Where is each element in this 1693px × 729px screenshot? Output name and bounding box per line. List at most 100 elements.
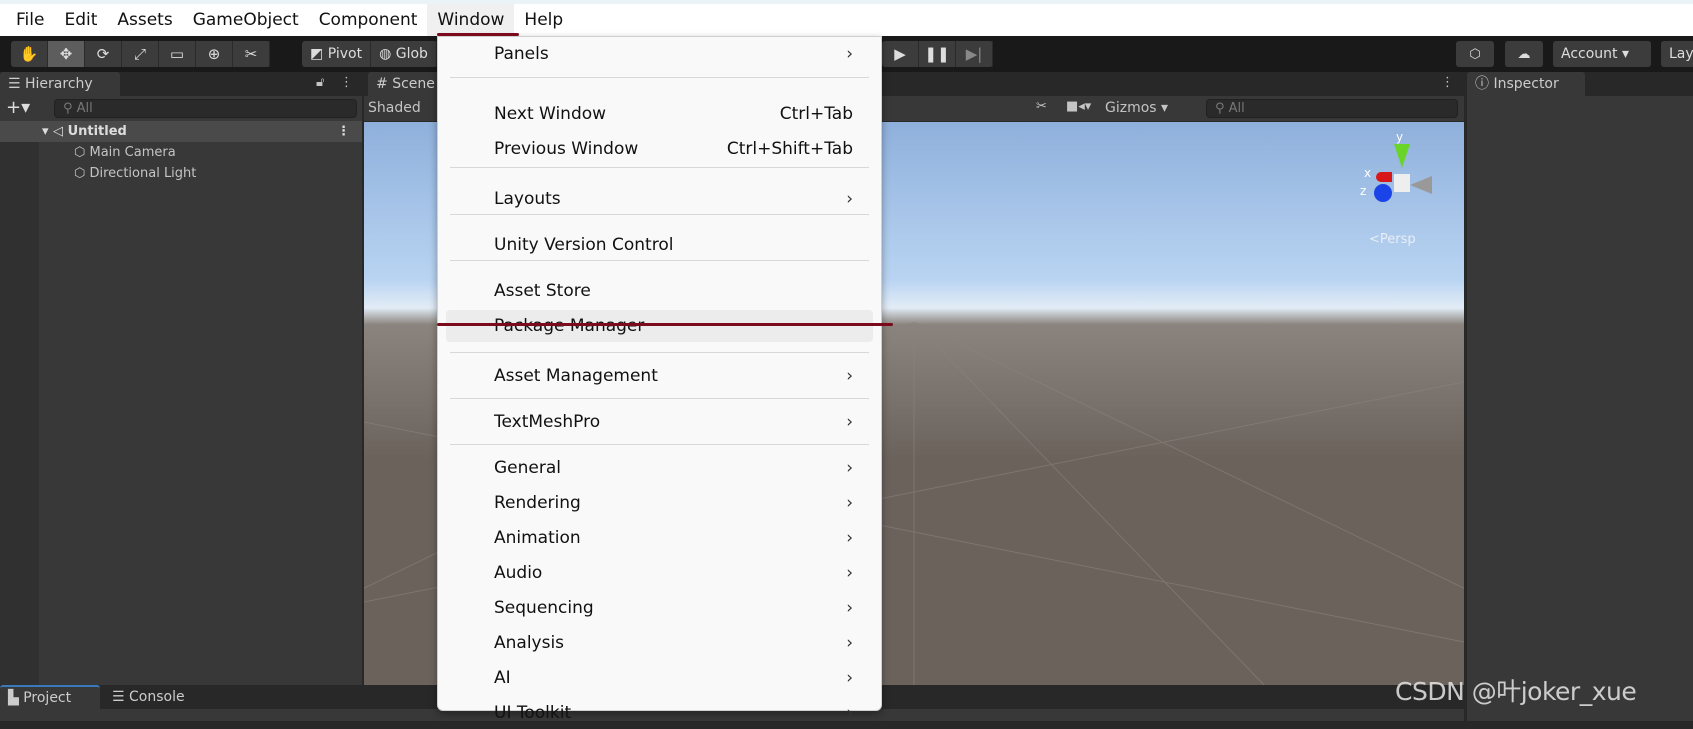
- menu-edit[interactable]: Edit: [54, 4, 107, 36]
- menu-item-panels[interactable]: Panels ›: [446, 38, 873, 70]
- menu-separator: [450, 214, 869, 215]
- unity-version-control-icon[interactable]: ⬡: [1456, 41, 1494, 67]
- menu-item-sequencing[interactable]: Sequencing ›: [446, 592, 873, 624]
- object-name: Main Camera: [89, 145, 176, 160]
- global-button[interactable]: ◍ Glob: [371, 41, 437, 67]
- hierarchy-search-input[interactable]: ⚲ All: [54, 99, 357, 118]
- menu-item-next-window[interactable]: Next Window Ctrl+Tab: [446, 98, 873, 130]
- chevron-right-icon: ›: [846, 598, 853, 618]
- x-axis-label: x: [1364, 166, 1372, 180]
- menu-item-textmeshpro[interactable]: TextMeshPro ›: [446, 406, 873, 438]
- hand-tool-icon[interactable]: ✋: [11, 41, 48, 67]
- chevron-right-icon: ›: [846, 412, 853, 432]
- menu-item-audio[interactable]: Audio ›: [446, 557, 873, 589]
- menu-help[interactable]: Help: [514, 4, 573, 36]
- pivot-label: Pivot: [327, 46, 363, 62]
- menu-item-previous-window[interactable]: Previous Window Ctrl+Shift+Tab: [446, 133, 873, 165]
- more-icon[interactable]: ⋮: [340, 75, 353, 90]
- scene-more-icon[interactable]: ⋮: [1441, 75, 1454, 90]
- camera-icon[interactable]: ■◂▾: [1066, 99, 1091, 114]
- lock-icon[interactable]: 🔓︎: [316, 75, 324, 90]
- orientation-gizmo[interactable]: y x z: [1360, 130, 1454, 220]
- menu-item-unity-version-control[interactable]: Unity Version Control: [446, 229, 873, 261]
- y-axis-label: y: [1396, 130, 1404, 144]
- hierarchy-item[interactable]: ⬡ Main Camera: [0, 142, 362, 163]
- menu-item-animation[interactable]: Animation ›: [446, 522, 873, 554]
- scene-row[interactable]: ▾ ◁ Untitled ⋮: [0, 121, 362, 142]
- shading-dropdown[interactable]: Shaded: [368, 100, 421, 116]
- chevron-right-icon: ›: [846, 458, 853, 478]
- layers-label: Lay: [1669, 46, 1693, 62]
- layers-dropdown[interactable]: Lay: [1661, 41, 1693, 67]
- console-tab[interactable]: ☰ Console: [104, 685, 204, 709]
- project-tab[interactable]: ▙ Project: [0, 685, 100, 709]
- chevron-right-icon: ›: [846, 366, 853, 386]
- menu-item-ui-toolkit[interactable]: UI Toolkit ›: [446, 697, 873, 729]
- chevron-right-icon: ›: [846, 633, 853, 653]
- gizmo-cube: [1394, 174, 1410, 192]
- menu-separator: [450, 260, 869, 261]
- menu-window[interactable]: Window: [427, 4, 515, 36]
- menu-item-rendering[interactable]: Rendering ›: [446, 487, 873, 519]
- menu-item-label: Asset Management: [494, 366, 658, 386]
- menu-item-label: Animation: [494, 528, 581, 548]
- pivot-controls: ◩ Pivot ◍ Glob: [302, 41, 437, 67]
- menu-separator: [450, 77, 869, 78]
- move-tool-icon[interactable]: ✥: [48, 41, 85, 67]
- menu-file[interactable]: File: [6, 4, 54, 36]
- search-placeholder: All: [76, 101, 93, 116]
- tools-icon[interactable]: ✂: [1036, 99, 1047, 114]
- project-tab-label: Project: [23, 690, 72, 706]
- rotate-tool-icon[interactable]: ⟳: [85, 41, 122, 67]
- menu-item-label: Rendering: [494, 493, 581, 513]
- window-menu: Panels › Next Window Ctrl+Tab Previous Windo…: [437, 36, 882, 723]
- hierarchy-tab[interactable]: ☰ Hierarchy: [0, 72, 120, 96]
- chevron-right-icon: ›: [846, 189, 853, 209]
- menu-separator: [450, 167, 869, 168]
- menu-item-general[interactable]: General ›: [446, 452, 873, 484]
- chevron-right-icon: ›: [846, 703, 853, 723]
- inspector-tab[interactable]: ⓘ Inspector: [1467, 72, 1585, 96]
- play-icon[interactable]: ▶: [882, 41, 919, 67]
- menu-item-label: Unity Version Control: [494, 235, 674, 255]
- menu-item-label: Asset Store: [494, 281, 591, 301]
- step-icon[interactable]: ▶|: [956, 41, 993, 67]
- console-tab-label: Console: [129, 689, 185, 705]
- hierarchy-item[interactable]: ⬡ Directional Light: [0, 163, 362, 184]
- annotation-underline-package-manager: [437, 323, 893, 326]
- account-label: Account: [1561, 46, 1618, 62]
- scene-more-icon[interactable]: ⋮: [337, 121, 350, 142]
- shortcut-label: Ctrl+Tab: [779, 104, 853, 124]
- gizmos-dropdown[interactable]: Gizmos ▾: [1105, 100, 1168, 116]
- account-dropdown[interactable]: Account ▾: [1553, 41, 1651, 67]
- x-axis-cone: [1376, 172, 1392, 182]
- menu-item-asset-management[interactable]: Asset Management ›: [446, 360, 873, 392]
- menu-item-ai[interactable]: AI ›: [446, 662, 873, 694]
- menu-item-analysis[interactable]: Analysis ›: [446, 627, 873, 659]
- menu-assets[interactable]: Assets: [107, 4, 182, 36]
- menu-item-asset-store[interactable]: Asset Store: [446, 275, 873, 307]
- cloud-icon[interactable]: ☁: [1505, 41, 1543, 67]
- search-placeholder: All: [1228, 101, 1245, 116]
- menu-component[interactable]: Component: [309, 4, 428, 36]
- chevron-right-icon: ›: [846, 563, 853, 583]
- projection-label[interactable]: <Persp: [1369, 232, 1416, 247]
- menu-gameobject[interactable]: GameObject: [183, 4, 309, 36]
- scene-search-input[interactable]: ⚲ All: [1206, 99, 1458, 118]
- menu-item-layouts[interactable]: Layouts ›: [446, 183, 873, 215]
- annotation-underline-window: [437, 33, 519, 36]
- custom-tool-icon[interactable]: ✂: [233, 41, 270, 67]
- menu-item-label: Package Manager: [494, 316, 645, 336]
- rect-tool-icon[interactable]: ▭: [159, 41, 196, 67]
- pause-icon[interactable]: ❚❚: [919, 41, 956, 67]
- menu-item-package-manager[interactable]: Package Manager: [446, 310, 873, 342]
- chevron-right-icon: ›: [846, 528, 853, 548]
- pivot-button[interactable]: ◩ Pivot: [302, 41, 372, 67]
- menu-item-label: Previous Window: [494, 139, 639, 159]
- transform-tool-icon[interactable]: ⊕: [196, 41, 233, 67]
- inspector-header: ⓘ Inspector: [1467, 72, 1693, 96]
- hierarchy-panel: ☰ Hierarchy 🔓︎ ⋮ +▾ ⚲ All ▾ ◁ Untitled ⋮ …: [0, 72, 362, 685]
- scale-tool-icon[interactable]: ⤢: [122, 41, 159, 67]
- add-icon[interactable]: +▾: [6, 97, 30, 118]
- menu-item-label: Analysis: [494, 633, 565, 653]
